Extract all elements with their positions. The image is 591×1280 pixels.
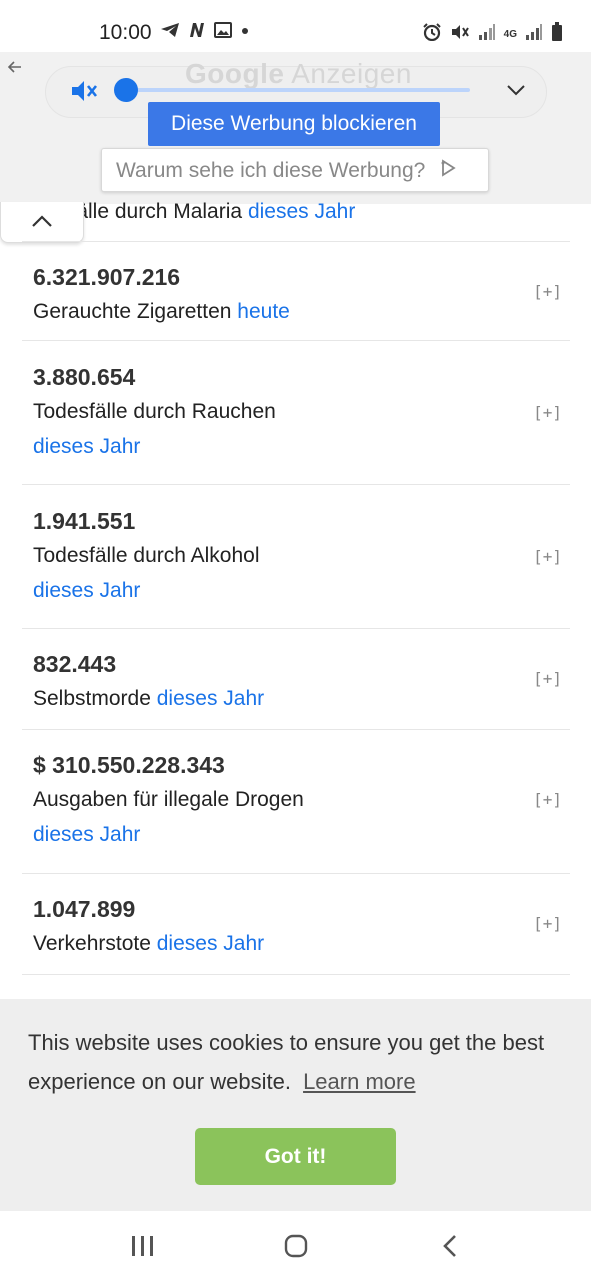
list-item: 6.321.907.216 Gerauchte Zigaretten heute… [22,240,570,341]
stat-period-link[interactable]: dieses Jahr [33,435,140,458]
block-ad-button[interactable]: Diese Werbung blockieren [148,102,440,146]
volume-slider-track[interactable] [126,88,470,92]
stat-value: 1.941.551 [33,508,136,534]
why-this-ad-label: Warum sehe ich diese Werbung? [116,159,426,182]
home-icon[interactable] [283,1233,309,1264]
accept-cookies-button[interactable]: Got it! [195,1128,396,1185]
why-this-ad-button[interactable]: Warum sehe ich diese Werbung? [101,148,489,192]
stat-value: 832.443 [33,651,117,677]
list-item: 3.880.654 Todesfälle durch Rauchen diese… [22,341,570,485]
stat-period-link[interactable]: dieses Jahr [157,932,264,955]
status-bar: 10:00 4G [0,0,591,56]
mute-icon[interactable] [70,78,100,104]
gallery-icon [214,22,232,43]
stat-label-text: Verkehrstote [33,932,151,955]
list-item: 1.047.899 Verkehrstote dieses Jahr [+] [22,874,570,975]
expand-button[interactable]: [+] [533,914,562,933]
partial-stat-label: sfälle durch Malaria [60,200,243,223]
status-right-icons: 4G [422,22,563,47]
expand-button[interactable]: [+] [533,790,562,809]
signal-icon [525,23,543,46]
cookie-message: This website uses cookies to ensure you … [28,1023,558,1101]
alarm-icon [422,23,442,46]
ad-title-suffix: Anzeigen [291,58,412,89]
learn-more-link[interactable]: Learn more [303,1069,416,1094]
expand-button[interactable]: [+] [533,669,562,688]
adchoices-icon [439,149,457,193]
stat-value: 3.880.654 [33,364,136,390]
ad-title-brand: Google [185,58,285,89]
partial-stat-row: sfälle durch Malaria dieses Jahr [60,200,355,224]
list-item: 1.941.551 Todesfälle durch Alkohol diese… [22,485,570,629]
stat-value: 6.321.907.216 [33,264,181,290]
ad-title: Google Anzeigen [185,58,412,90]
stat-label-text: Selbstmorde [33,687,151,710]
stat-label: Ausgaben für illegale Drogen dieses Jahr [33,782,473,852]
status-left-icons [160,22,250,43]
cookie-banner: This website uses cookies to ensure you … [0,999,591,1211]
system-nav-bar [0,1211,591,1280]
chevron-down-icon[interactable] [505,82,527,98]
chevron-up-icon [32,215,52,227]
stat-label-text: Ausgaben für illegale Drogen [33,788,304,811]
status-time: 10:00 [99,21,152,44]
list-item: 832.443 Selbstmorde dieses Jahr [+] [22,629,570,730]
list-item: $ 310.550.228.343 Ausgaben für illegale … [22,730,570,874]
stat-period-link[interactable]: dieses Jahr [33,823,140,846]
dot-icon [240,22,250,43]
stat-value: $ 310.550.228.343 [33,752,225,778]
collapse-ad-button[interactable] [0,202,84,243]
signal-icon [478,23,496,46]
telegram-icon [160,22,180,43]
expand-button[interactable]: [+] [533,282,562,301]
stat-label: Gerauchte Zigaretten heute [33,294,473,329]
stat-label: Todesfälle durch Rauchen dieses Jahr [33,394,473,464]
cookie-message-text: This website uses cookies to ensure you … [28,1030,545,1094]
stat-value: 1.047.899 [33,896,136,922]
network-type: 4G [503,28,517,40]
stat-period-link[interactable]: heute [237,300,290,323]
expand-button[interactable]: [+] [533,403,562,422]
expand-button[interactable]: [+] [533,547,562,566]
stat-label-text: Todesfälle durch Alkohol [33,544,260,567]
stat-label: Selbstmorde dieses Jahr [33,681,473,716]
n-app-icon [188,22,206,43]
volume-slider-knob[interactable] [114,78,138,102]
back-arrow-icon[interactable] [6,58,24,76]
stat-label-text: Todesfälle durch Rauchen [33,400,276,423]
stat-label: Todesfälle durch Alkohol dieses Jahr [33,538,473,608]
stat-period-link[interactable]: dieses Jahr [33,579,140,602]
stat-period-link[interactable]: dieses Jahr [157,687,264,710]
recents-icon[interactable] [130,1234,156,1263]
stat-label: Verkehrstote dieses Jahr [33,926,473,961]
stat-label-text: Gerauchte Zigaretten [33,300,232,323]
back-icon[interactable] [440,1233,460,1264]
partial-stat-period[interactable]: dieses Jahr [248,200,355,223]
battery-icon [551,22,563,47]
mute-icon [450,23,470,46]
